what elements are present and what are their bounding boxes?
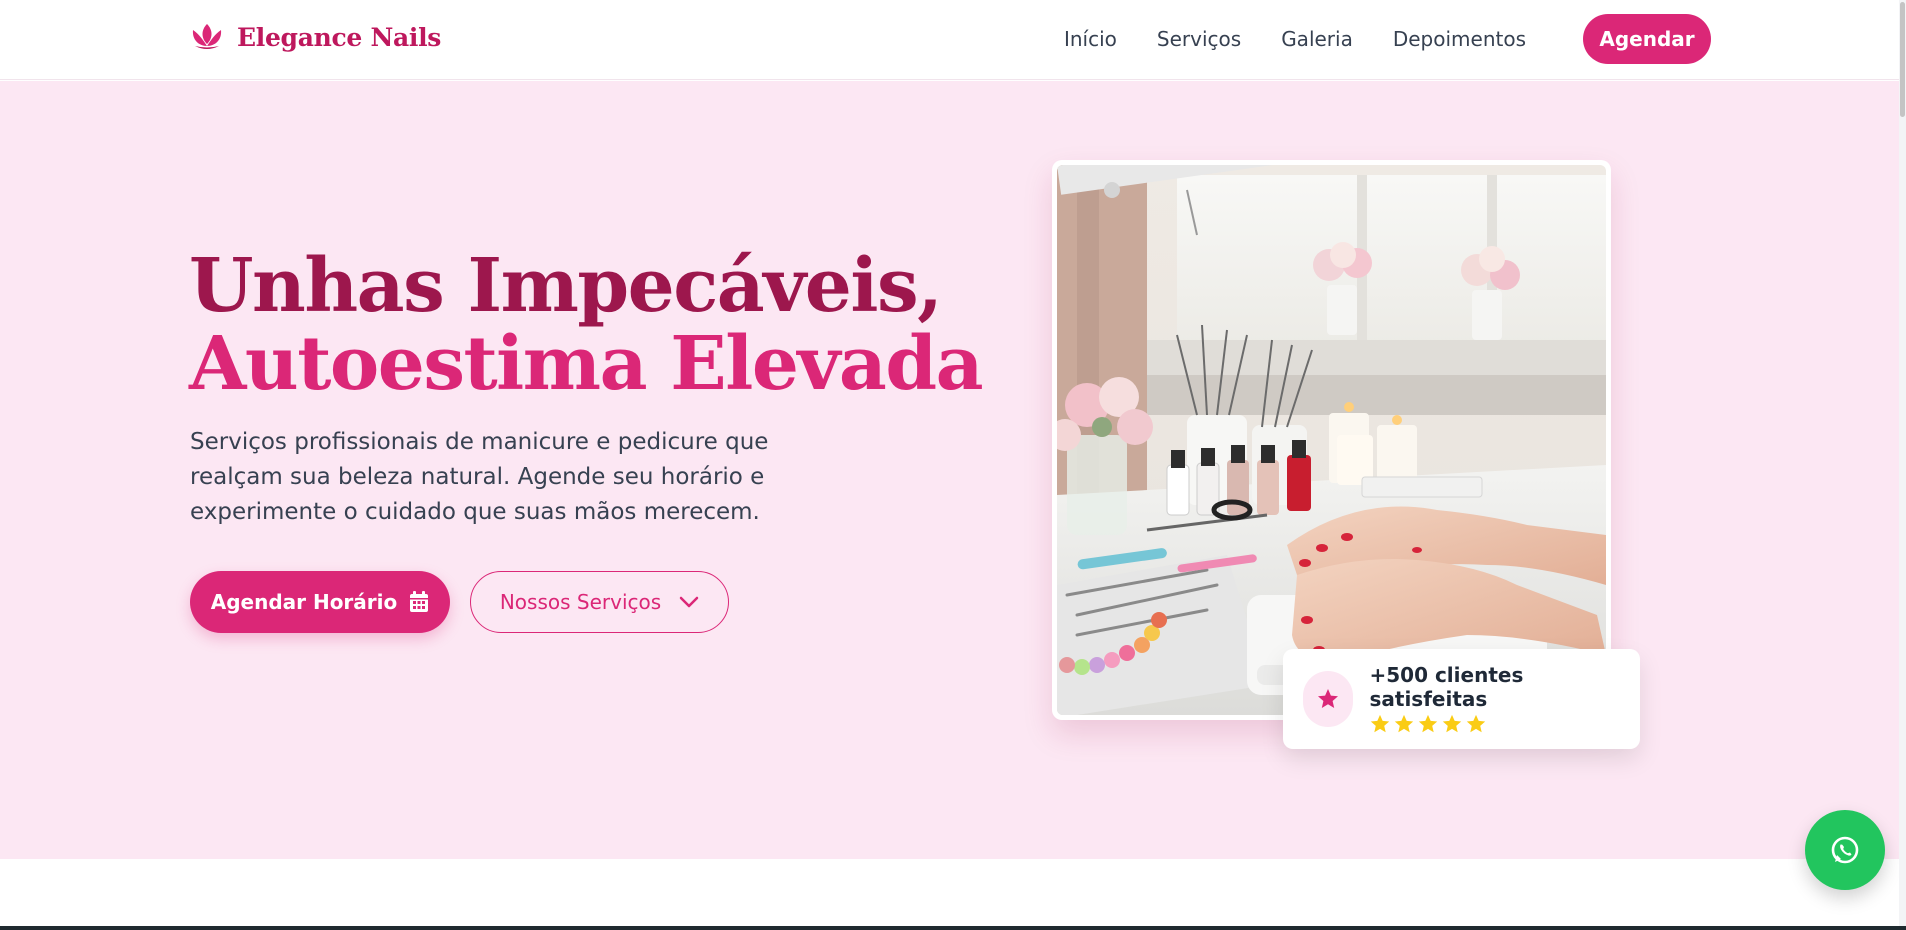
- nav-depoimentos[interactable]: Depoimentos: [1393, 27, 1526, 51]
- window-bottom-edge: [0, 926, 1906, 930]
- hero-image-card: [1052, 160, 1611, 720]
- brand-name: Elegance Nails: [237, 22, 442, 52]
- page-scrollbar[interactable]: [1899, 0, 1906, 930]
- nossos-servicos-label: Nossos Serviços: [499, 590, 662, 614]
- hero-title-line2: Autoestima Elevada: [189, 321, 984, 407]
- hero-description: Serviços profissionais de manicure e ped…: [190, 429, 769, 525]
- rating-icon-circle: [1303, 671, 1354, 727]
- star-icon: [1443, 714, 1462, 733]
- agendar-horario-label: Agendar Horário: [210, 590, 398, 614]
- nav-inicio[interactable]: Início: [1064, 27, 1117, 51]
- calendar-icon: [410, 591, 429, 612]
- nossos-servicos-button[interactable]: Nossos Serviços: [470, 571, 729, 633]
- star-icon: [1395, 714, 1414, 733]
- star-icon: [1419, 714, 1438, 733]
- rating-card: +500 clientes satisfeitas: [1283, 649, 1640, 749]
- whatsapp-button[interactable]: [1805, 810, 1885, 890]
- rating-title: +500 clientes satisfeitas: [1369, 663, 1524, 711]
- star-icon: [1318, 689, 1339, 708]
- main-nav: Início Serviços Galeria Depoimentos: [1064, 14, 1526, 64]
- star-icon: [1467, 714, 1486, 733]
- logo[interactable]: Elegance Nails: [189, 22, 441, 52]
- nav-agendar-button[interactable]: Agendar: [1583, 14, 1711, 64]
- chevron-down-icon: [679, 596, 699, 608]
- site-header: Elegance Nails Início Serviços Galeria D…: [0, 0, 1906, 80]
- hero-title: Unhas Impecáveis, Autoestima Elevada: [189, 243, 984, 407]
- rating-text: +500 clientes satisfeitas: [1369, 663, 1640, 735]
- nav-galeria[interactable]: Galeria: [1281, 27, 1353, 51]
- hero-title-line1: Unhas Impecáveis,: [189, 243, 943, 329]
- scrollbar-thumb[interactable]: [1900, 2, 1905, 117]
- star-icon: [1371, 714, 1390, 733]
- nav-servicos[interactable]: Serviços: [1157, 27, 1241, 51]
- manicure-salon-image: [1057, 165, 1606, 715]
- star-rating: [1369, 713, 1640, 735]
- whatsapp-icon: [1831, 836, 1859, 864]
- lotus-icon: [192, 24, 222, 49]
- agendar-horario-button[interactable]: Agendar Horário: [190, 571, 450, 633]
